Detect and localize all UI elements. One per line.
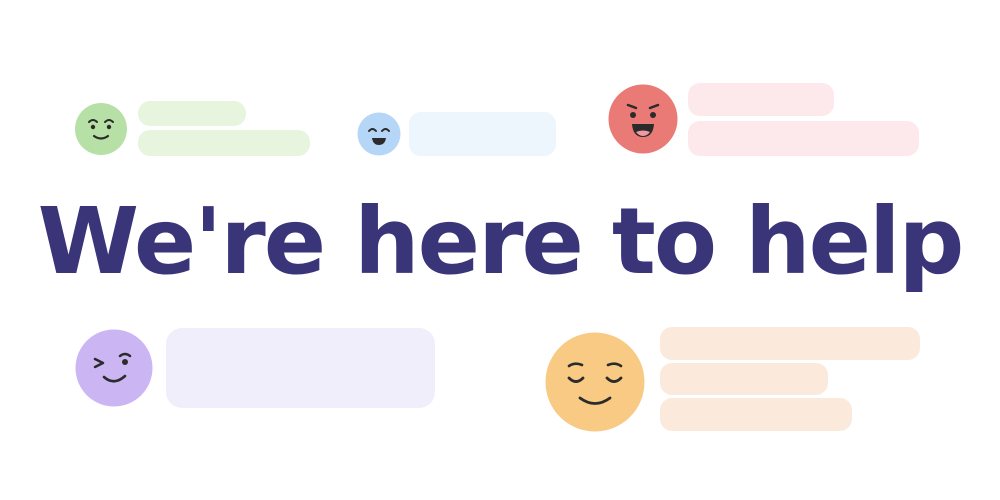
headline: We're here to help	[37, 188, 965, 295]
message-bubble	[166, 328, 435, 408]
message-bubble-short	[688, 83, 834, 116]
smile-face-icon	[75, 103, 127, 155]
wink-face-icon	[75, 329, 153, 407]
message-bubble-short	[138, 101, 246, 126]
message-bubble-top	[660, 327, 920, 360]
message-bubble-long	[688, 121, 919, 156]
happy-closed-eyes-face-icon	[357, 112, 401, 156]
message-bubble-bottom	[660, 398, 852, 431]
message-bubble-middle	[660, 363, 828, 395]
message-bubble	[409, 112, 556, 156]
content-closed-eyes-face-icon	[545, 332, 645, 432]
message-bubble-long	[138, 130, 310, 156]
laughing-face-icon	[608, 84, 678, 154]
illustration-canvas: We're here to help	[0, 0, 1000, 500]
